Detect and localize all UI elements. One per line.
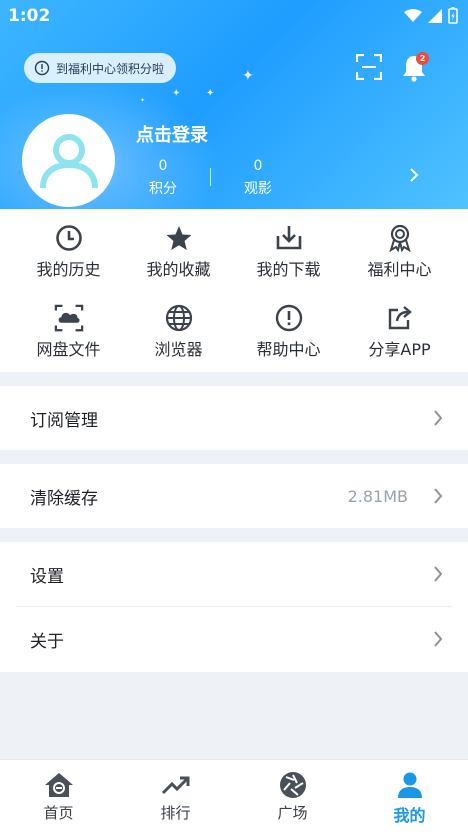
- tab-square[interactable]: 广场: [234, 760, 351, 834]
- browser-label: 浏览器: [154, 340, 203, 359]
- subscription-label: 订阅管理: [30, 410, 98, 431]
- favorites-button[interactable]: 我的收藏: [120, 223, 237, 280]
- settings-card: 设置 关于: [0, 542, 468, 672]
- tab-mine[interactable]: 我的: [351, 760, 468, 834]
- history-label: 我的历史: [36, 260, 101, 279]
- settings-label: 设置: [30, 566, 64, 587]
- welfare-promo-pill[interactable]: 到福利中心领积分啦: [24, 53, 177, 83]
- watched-value: 0: [253, 158, 263, 174]
- points-value: 0: [158, 158, 168, 174]
- help-icon: [275, 304, 302, 332]
- butterfly-decoration: ✦: [140, 97, 146, 104]
- settings-row[interactable]: 设置: [0, 542, 468, 606]
- trending-icon: [161, 776, 189, 795]
- cloud-drive-label: 网盘文件: [36, 340, 101, 359]
- about-label: 关于: [30, 631, 64, 652]
- points-stat[interactable]: 0 积分: [133, 158, 193, 198]
- subscription-card: 订阅管理: [0, 386, 468, 450]
- stat-divider: [210, 168, 211, 186]
- cloud-drive-icon: [54, 304, 83, 332]
- scan-icon[interactable]: [356, 54, 382, 80]
- welfare-center-button[interactable]: 福利中心: [341, 223, 458, 280]
- promo-text: 到福利中心领积分啦: [56, 61, 165, 76]
- tab-ranking-label: 排行: [160, 804, 191, 822]
- history-icon: [55, 225, 82, 251]
- user-icon: [39, 133, 98, 188]
- cell-signal-icon: [428, 8, 442, 23]
- tab-home-label: 首页: [43, 804, 74, 822]
- clear-cache-row[interactable]: 清除缓存 2.81MB: [0, 464, 468, 528]
- tab-ranking[interactable]: 排行: [117, 760, 234, 834]
- share-app-button[interactable]: 分享APP: [341, 303, 458, 360]
- subscription-row[interactable]: 订阅管理: [0, 386, 468, 450]
- browser-button[interactable]: 浏览器: [120, 303, 237, 360]
- downloads-button[interactable]: 我的下载: [230, 223, 347, 280]
- chevron-right-icon: [434, 488, 443, 504]
- status-time: 1:02: [8, 6, 51, 26]
- quick-actions-grid: 我的历史 我的收藏 我的下载 福利中心 网盘文件 浏览器 帮助中心 分享APP: [0, 209, 468, 372]
- chevron-right-icon: [434, 631, 443, 647]
- welfare-center-label: 福利中心: [367, 260, 432, 279]
- share-icon: [388, 306, 412, 330]
- chevron-right-icon: [434, 566, 443, 582]
- about-row[interactable]: 关于: [0, 607, 468, 671]
- home-icon: [44, 773, 73, 797]
- battery-icon: [448, 7, 458, 24]
- award-icon: [388, 224, 411, 252]
- star-icon: [166, 226, 191, 250]
- globe-icon: [165, 304, 192, 332]
- tab-mine-label: 我的: [393, 806, 426, 825]
- cache-card: 清除缓存 2.81MB: [0, 464, 468, 528]
- butterfly-decoration: ✦: [172, 88, 181, 99]
- points-label: 积分: [149, 181, 177, 197]
- tab-home[interactable]: 首页: [0, 760, 117, 834]
- watched-stat[interactable]: 0 观影: [228, 158, 288, 198]
- chevron-right-icon: [434, 410, 443, 426]
- butterfly-decoration: ✦: [206, 88, 215, 99]
- help-center-button[interactable]: 帮助中心: [230, 303, 347, 360]
- person-icon: [397, 772, 422, 798]
- cloud-drive-button[interactable]: 网盘文件: [10, 303, 127, 360]
- info-icon: [34, 60, 50, 76]
- tab-square-label: 广场: [277, 804, 308, 822]
- favorites-label: 我的收藏: [146, 260, 211, 279]
- notification-badge: 2: [416, 52, 429, 65]
- chevron-right-icon[interactable]: [408, 166, 420, 184]
- downloads-label: 我的下载: [256, 260, 321, 279]
- profile-header: 1:02 到福利中心领积分啦 2 ✦ ✦ ✦ ✦ 点击登录 0 积分 0 观影: [0, 0, 468, 209]
- status-bar: 1:02: [0, 0, 468, 32]
- cache-size-value: 2.81MB: [347, 486, 408, 506]
- help-center-label: 帮助中心: [256, 340, 321, 359]
- avatar[interactable]: [22, 114, 115, 207]
- clear-cache-label: 清除缓存: [30, 488, 98, 509]
- history-button[interactable]: 我的历史: [10, 223, 127, 280]
- aperture-icon: [279, 772, 306, 798]
- butterfly-decoration: ✦: [242, 68, 254, 84]
- watched-label: 观影: [244, 181, 272, 197]
- share-app-label: 分享APP: [368, 340, 431, 359]
- status-icons: [404, 7, 458, 24]
- wifi-icon: [404, 8, 422, 22]
- bottom-tab-bar: 首页 排行 广场 我的: [0, 759, 468, 834]
- login-link[interactable]: 点击登录: [136, 121, 208, 147]
- download-icon: [276, 226, 301, 250]
